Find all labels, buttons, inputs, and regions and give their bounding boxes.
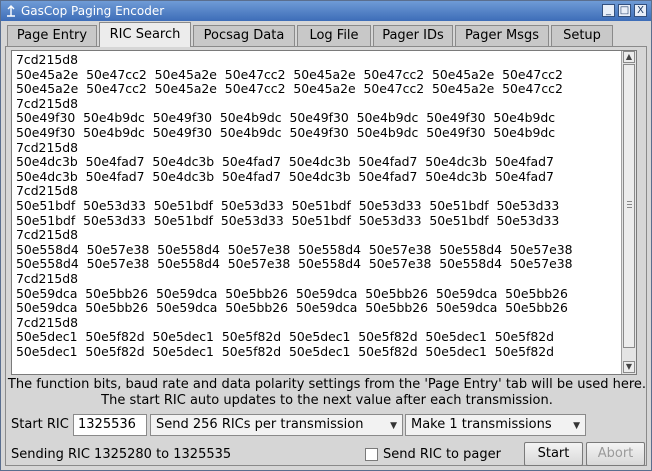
window-title: GasCop Paging Encoder bbox=[21, 4, 165, 18]
minimize-icon[interactable]: _ bbox=[602, 4, 615, 17]
transmissions-select[interactable]: Make 1 transmissions ▼ bbox=[405, 414, 586, 436]
tab-log-file[interactable]: Log File bbox=[297, 25, 371, 46]
scroll-up-icon[interactable]: ▲ bbox=[623, 51, 635, 63]
chevron-down-icon: ▼ bbox=[390, 421, 397, 431]
info-text-1: The function bits, baud rate and data po… bbox=[7, 377, 647, 392]
scroll-down-icon[interactable]: ▼ bbox=[623, 361, 635, 373]
output-line: 50e51bdf 50e53d33 50e51bdf 50e53d33 50e5… bbox=[16, 197, 560, 213]
status-text: Sending RIC 1325280 to 1325535 bbox=[11, 447, 232, 462]
output-line: 50e49f30 50e4b9dc 50e49f30 50e4b9dc 50e4… bbox=[16, 124, 556, 140]
output-line: 7cd215d8 bbox=[16, 95, 78, 111]
title-bar[interactable]: GasCop Paging Encoder _ □ X bbox=[1, 1, 651, 21]
output-line: 7cd215d8 bbox=[16, 227, 78, 243]
tab-setup[interactable]: Setup bbox=[551, 25, 613, 46]
send-to-pager-checkbox[interactable] bbox=[365, 448, 378, 461]
maximize-icon[interactable]: □ bbox=[618, 4, 631, 17]
output-lines: 7cd215d8 50e45a2e 50e47cc2 50e45a2e 50e47… bbox=[16, 52, 573, 359]
send-to-pager-label: Send RIC to pager bbox=[383, 447, 501, 462]
output-line: 50e558d4 50e57e38 50e558d4 50e57e38 50e5… bbox=[16, 256, 573, 272]
start-button[interactable]: Start bbox=[524, 442, 583, 466]
ric-search-panel: 7cd215d8 50e45a2e 50e47cc2 50e45a2e 50e47… bbox=[5, 46, 647, 466]
transmissions-value: Make 1 transmissions bbox=[411, 417, 552, 432]
output-line: 50e49f30 50e4b9dc 50e49f30 50e4b9dc 50e4… bbox=[16, 110, 556, 126]
output-line: 50e59dca 50e5bb26 50e59dca 50e5bb26 50e5… bbox=[16, 300, 568, 316]
output-line: 50e5dec1 50e5f82d 50e5dec1 50e5f82d 50e5… bbox=[16, 343, 555, 359]
output-line: 50e4dc3b 50e4fad7 50e4dc3b 50e4fad7 50e4… bbox=[16, 168, 554, 184]
output-line: 7cd215d8 bbox=[16, 139, 78, 155]
close-icon[interactable]: X bbox=[634, 4, 647, 17]
abort-button[interactable]: Abort bbox=[586, 442, 645, 466]
output-line: 50e59dca 50e5bb26 50e59dca 50e5bb26 50e5… bbox=[16, 285, 568, 301]
app-icon bbox=[7, 5, 15, 17]
output-line: 7cd215d8 bbox=[16, 314, 78, 330]
scroll-thumb[interactable] bbox=[623, 64, 635, 348]
app-window: GasCop Paging Encoder _ □ X Page Entry R… bbox=[0, 0, 652, 471]
output-line: 50e5dec1 50e5f82d 50e5dec1 50e5f82d 50e5… bbox=[16, 329, 555, 345]
start-ric-label: Start RIC bbox=[11, 417, 69, 432]
output-line: 7cd215d8 bbox=[16, 183, 78, 199]
tab-bar: Page Entry RIC Search Pocsag Data Log Fi… bbox=[5, 22, 647, 47]
tab-pocsag-data[interactable]: Pocsag Data bbox=[193, 25, 295, 46]
tab-page-entry[interactable]: Page Entry bbox=[7, 25, 97, 46]
output-line: 50e4dc3b 50e4fad7 50e4dc3b 50e4fad7 50e4… bbox=[16, 154, 554, 170]
rics-per-transmission-select[interactable]: Send 256 RICs per transmission ▼ bbox=[150, 414, 403, 436]
output-line: 50e45a2e 50e47cc2 50e45a2e 50e47cc2 50e4… bbox=[16, 66, 563, 82]
output-line: 50e558d4 50e57e38 50e558d4 50e57e38 50e5… bbox=[16, 241, 573, 257]
tab-pager-msgs[interactable]: Pager Msgs bbox=[455, 25, 549, 46]
tab-ric-search[interactable]: RIC Search bbox=[99, 22, 191, 47]
start-ric-input[interactable]: 1325536 bbox=[73, 414, 147, 436]
vertical-scrollbar[interactable]: ▲ ▼ bbox=[621, 51, 636, 374]
output-line: 50e45a2e 50e47cc2 50e45a2e 50e47cc2 50e4… bbox=[16, 81, 563, 97]
tab-pager-ids[interactable]: Pager IDs bbox=[373, 25, 453, 46]
output-line: 7cd215d8 bbox=[16, 52, 78, 67]
rics-per-transmission-value: Send 256 RICs per transmission bbox=[156, 417, 364, 432]
output-line: 7cd215d8 bbox=[16, 270, 78, 286]
chevron-down-icon: ▼ bbox=[573, 421, 580, 431]
info-text-2: The start RIC auto updates to the next v… bbox=[101, 393, 553, 408]
output-text-area[interactable]: 7cd215d8 50e45a2e 50e47cc2 50e45a2e 50e47… bbox=[11, 50, 637, 375]
output-line: 50e51bdf 50e53d33 50e51bdf 50e53d33 50e5… bbox=[16, 212, 560, 228]
